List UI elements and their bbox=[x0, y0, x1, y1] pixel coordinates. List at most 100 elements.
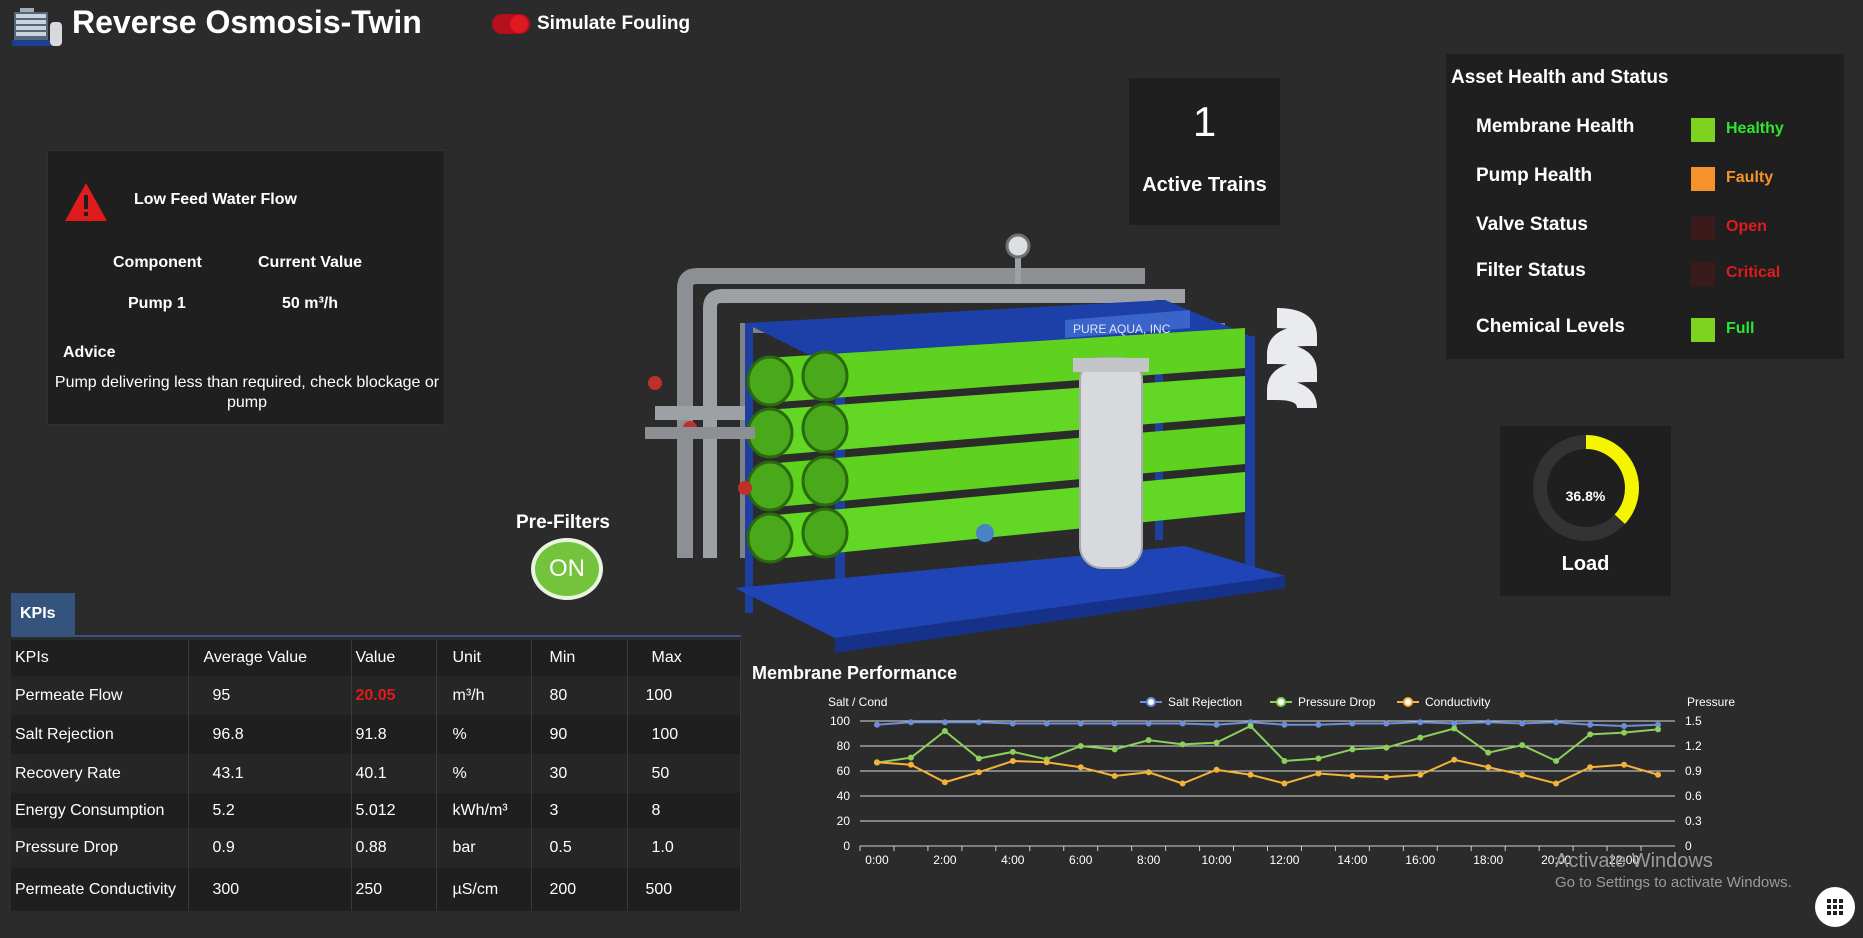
apps-grid-button[interactable] bbox=[1815, 887, 1855, 927]
kpi-max: 50 bbox=[627, 754, 741, 793]
data-point bbox=[1349, 746, 1356, 753]
legend-marker bbox=[1146, 697, 1156, 707]
data-point bbox=[1281, 721, 1288, 728]
data-point bbox=[1519, 742, 1526, 749]
data-point bbox=[907, 754, 914, 761]
column-header: KPIs bbox=[11, 640, 189, 676]
toggle-knob bbox=[510, 15, 528, 33]
data-point bbox=[1111, 773, 1118, 779]
data-point bbox=[1451, 756, 1458, 763]
data-point bbox=[941, 779, 948, 786]
warning-icon bbox=[63, 181, 109, 228]
data-point bbox=[1349, 720, 1356, 727]
kpi-min: 90 bbox=[531, 715, 628, 754]
kpi-average: 0.9 bbox=[188, 828, 352, 868]
data-point bbox=[1179, 741, 1186, 748]
kpi-value: 5.012 bbox=[351, 793, 437, 828]
data-point bbox=[1213, 721, 1220, 728]
data-point bbox=[975, 719, 982, 726]
y2-tick-label: 0.3 bbox=[1685, 814, 1702, 828]
current-value: 50 m³/h bbox=[282, 295, 339, 312]
kpi-unit: m³/h bbox=[436, 676, 532, 715]
data-point bbox=[1315, 721, 1322, 728]
valve-icon bbox=[648, 376, 662, 390]
kpi-value: 40.1 bbox=[351, 754, 437, 793]
advice-header: Advice bbox=[63, 344, 116, 361]
data-point bbox=[873, 721, 880, 728]
column-header: Value bbox=[351, 640, 437, 676]
health-row-membrane: Membrane Health Healthy bbox=[1476, 116, 1836, 142]
legend-marker bbox=[1276, 697, 1286, 707]
y-tick-label: 100 bbox=[830, 714, 850, 728]
x-tick-label: 0:00 bbox=[865, 853, 889, 867]
health-label: Membrane Health bbox=[1476, 116, 1635, 137]
kpi-min: 3 bbox=[531, 793, 628, 828]
kpi-max: 100 bbox=[627, 715, 741, 754]
data-point bbox=[1587, 764, 1594, 771]
kpi-average: 43.1 bbox=[188, 754, 352, 793]
health-row-pump: Pump Health Faulty bbox=[1476, 165, 1836, 191]
data-point bbox=[1485, 764, 1492, 771]
data-point bbox=[1655, 771, 1662, 778]
data-point bbox=[1655, 726, 1662, 733]
data-point bbox=[1145, 769, 1152, 776]
legend-label: Pressure Drop bbox=[1298, 695, 1376, 709]
kpi-name: Energy Consumption bbox=[11, 793, 189, 828]
legend-marker bbox=[1403, 697, 1413, 707]
y2-tick-label: 1.5 bbox=[1685, 714, 1702, 728]
data-point bbox=[1587, 731, 1594, 738]
load-gauge-card: 36.8% Load bbox=[1500, 426, 1671, 596]
kpi-name: Salt Rejection bbox=[11, 715, 189, 754]
data-point bbox=[1009, 748, 1016, 755]
data-point bbox=[1383, 720, 1390, 727]
data-point bbox=[1383, 744, 1390, 751]
kpi-average: 95 bbox=[188, 676, 352, 715]
data-point bbox=[1383, 774, 1390, 781]
data-point bbox=[941, 719, 948, 726]
kpi-max: 1.0 bbox=[627, 828, 741, 868]
column-header: Min bbox=[531, 640, 628, 676]
data-point bbox=[975, 769, 982, 776]
advice-text: Pump delivering less than required, chec… bbox=[54, 374, 440, 411]
health-label: Pump Health bbox=[1476, 165, 1593, 186]
data-point bbox=[1621, 723, 1628, 729]
kpi-average: 5.2 bbox=[188, 793, 352, 828]
data-point bbox=[1315, 755, 1322, 762]
x-tick-label: 10:00 bbox=[1202, 853, 1232, 867]
kpi-value: 91.8 bbox=[351, 715, 437, 754]
cartridge-filter bbox=[1079, 357, 1143, 569]
asset-health-title: Asset Health and Status bbox=[1451, 67, 1669, 88]
x-tick-label: 8:00 bbox=[1137, 853, 1161, 867]
load-value: 36.8% bbox=[1565, 488, 1606, 504]
table-row: Recovery Rate 43.1 40.1 % 30 50 bbox=[11, 754, 741, 793]
data-point bbox=[1179, 720, 1186, 727]
data-point bbox=[1009, 758, 1016, 764]
prefilters-on-button[interactable]: ON bbox=[531, 538, 603, 600]
health-row-valve: Valve Status Open bbox=[1476, 214, 1836, 240]
health-status: Open bbox=[1726, 218, 1767, 235]
kpi-value: 0.88 bbox=[351, 828, 437, 868]
data-point bbox=[1485, 749, 1492, 756]
data-point bbox=[1281, 780, 1288, 787]
prefilters-label: Pre-Filters bbox=[516, 512, 610, 533]
column-header: Unit bbox=[436, 640, 532, 676]
data-point bbox=[1077, 764, 1084, 771]
activation-watermark-title: Activate Windows bbox=[1555, 850, 1713, 872]
kpi-table: KPIs Average Value Value Unit Min Max Pe… bbox=[11, 640, 741, 911]
current-value-header: Current Value bbox=[258, 254, 363, 271]
kpi-min: 30 bbox=[531, 754, 628, 793]
series-line bbox=[876, 724, 1659, 764]
pressure-gauge-icon bbox=[1005, 233, 1031, 259]
simulate-fouling-toggle[interactable] bbox=[492, 14, 530, 34]
health-label: Filter Status bbox=[1476, 260, 1586, 281]
kpi-min: 0.5 bbox=[531, 828, 628, 868]
tab-kpis[interactable]: KPIs bbox=[11, 593, 75, 635]
actuator-valve-icon bbox=[976, 524, 994, 542]
data-point bbox=[1179, 780, 1186, 787]
asset-health-panel: Asset Health and Status Membrane Health … bbox=[1446, 54, 1844, 359]
health-status: Critical bbox=[1726, 264, 1781, 281]
column-header: Average Value bbox=[188, 640, 352, 676]
y2-tick-label: 1.2 bbox=[1685, 739, 1702, 753]
data-point bbox=[1043, 720, 1050, 727]
data-point bbox=[1213, 739, 1220, 746]
